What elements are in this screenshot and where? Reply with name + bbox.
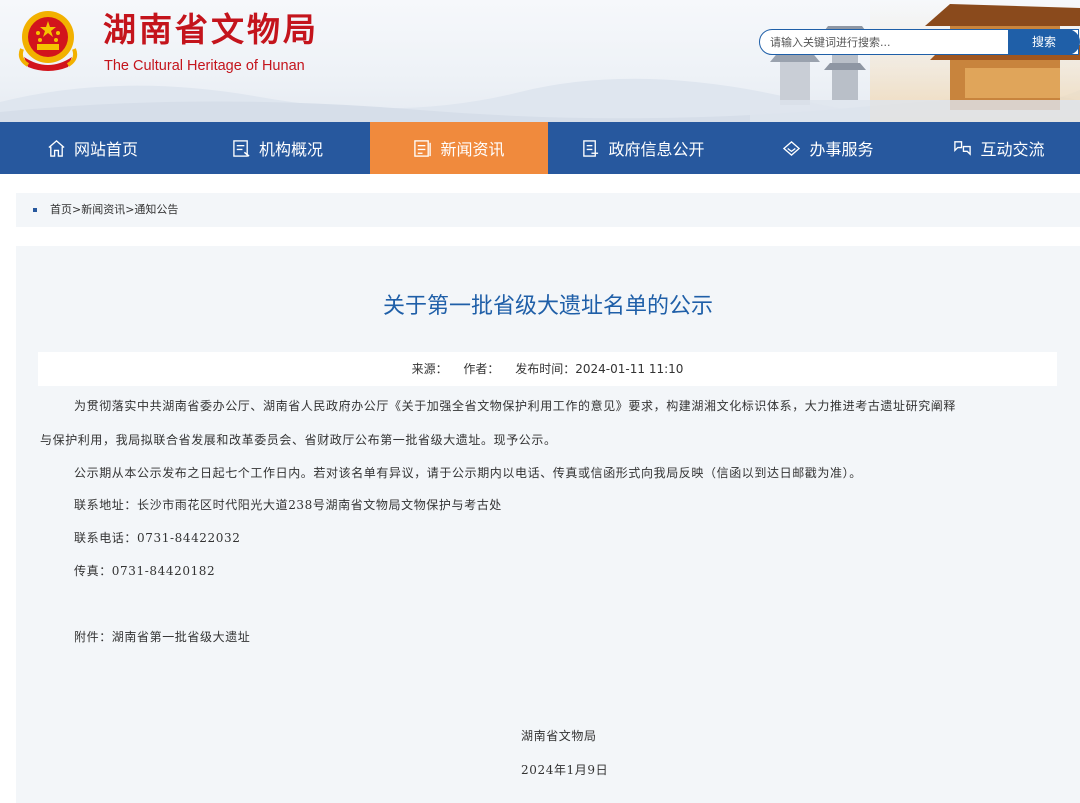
nav-item-news[interactable]: 新闻资讯 (370, 122, 548, 174)
source-label: 来源： (411, 362, 448, 376)
paragraph-2: 公示期从本公示发布之日起七个工作日内。若对该名单有异议，请于公示期内以电话、传真… (74, 466, 862, 480)
org-icon (233, 139, 250, 157)
article-panel: 关于第一批省级大遗址名单的公示 来源： 作者： 发布时间：2024-01-11 … (16, 246, 1080, 803)
breadcrumb-text[interactable]: 首页>新闻资讯>通知公告 (50, 193, 178, 227)
site-subtitle: The Cultural Heritage of Hunan (104, 58, 305, 74)
interact-icon (954, 140, 972, 156)
nav-item-home[interactable]: 网站首页 (0, 122, 185, 174)
nav-item-gov-info[interactable]: 政府信息公开 (548, 122, 738, 174)
nav-item-label: 互动交流 (980, 140, 1045, 159)
paragraph-1-line-1: 为贯彻落实中共湖南省委办公厅、湖南省人民政府办公厅《关于加强全省文物保护利用工作… (74, 399, 957, 413)
contact-fax: 传真：0731-84420182 (74, 564, 216, 578)
nav-item-label: 网站首页 (73, 140, 138, 159)
nav-item-label: 政府信息公开 (608, 140, 705, 159)
nav-item-label: 机构概况 (258, 140, 323, 159)
contact-address: 联系地址：长沙市雨花区时代阳光大道238号湖南省文物局文物保护与考古处 (74, 498, 502, 512)
bullet-icon (33, 208, 37, 212)
main-nav: 网站首页 机构概况 新闻资讯 政府信息公开 办事服务 互动交流 (0, 122, 1080, 174)
search-button[interactable]: 搜索 (1008, 29, 1080, 55)
contact-phone: 联系电话：0731-84422032 (74, 531, 241, 545)
author-label: 作者： (463, 362, 500, 376)
publish-time: 发布时间：2024-01-11 11:10 (515, 362, 684, 376)
diamond-icon (783, 140, 801, 156)
site-title: 湖南省文物局 (103, 10, 319, 49)
search-input[interactable] (770, 30, 1005, 54)
news-icon (414, 139, 432, 157)
document-icon (583, 139, 599, 157)
paragraph-1-line-2: 与保护利用，我局拟联合省发展和改革委员会、省财政厅公布第一批省级大遗址。现予公示… (40, 433, 557, 447)
home-icon (48, 139, 65, 157)
sign-date: 2024年1月9日 (521, 763, 609, 777)
national-emblem-icon (18, 11, 78, 71)
nav-item-org[interactable]: 机构概况 (185, 122, 370, 174)
nav-item-service[interactable]: 办事服务 (738, 122, 918, 174)
article-meta: 来源： 作者： 发布时间：2024-01-11 11:10 (38, 352, 1057, 386)
signature: 湖南省文物局 (521, 729, 597, 743)
article-title: 关于第一批省级大遗址名单的公示 (382, 294, 713, 319)
nav-item-label: 新闻资讯 (440, 140, 505, 159)
nav-item-interact[interactable]: 互动交流 (918, 122, 1080, 174)
site-header: 湖南省文物局 The Cultural Heritage of Hunan 搜索 (0, 0, 1080, 122)
nav-item-label: 办事服务 (809, 140, 874, 159)
tower-illustration (750, 0, 1080, 122)
breadcrumb: 首页>新闻资讯>通知公告 (16, 193, 1080, 227)
attachment-link[interactable]: 附件：湖南省第一批省级大遗址 (74, 628, 250, 645)
